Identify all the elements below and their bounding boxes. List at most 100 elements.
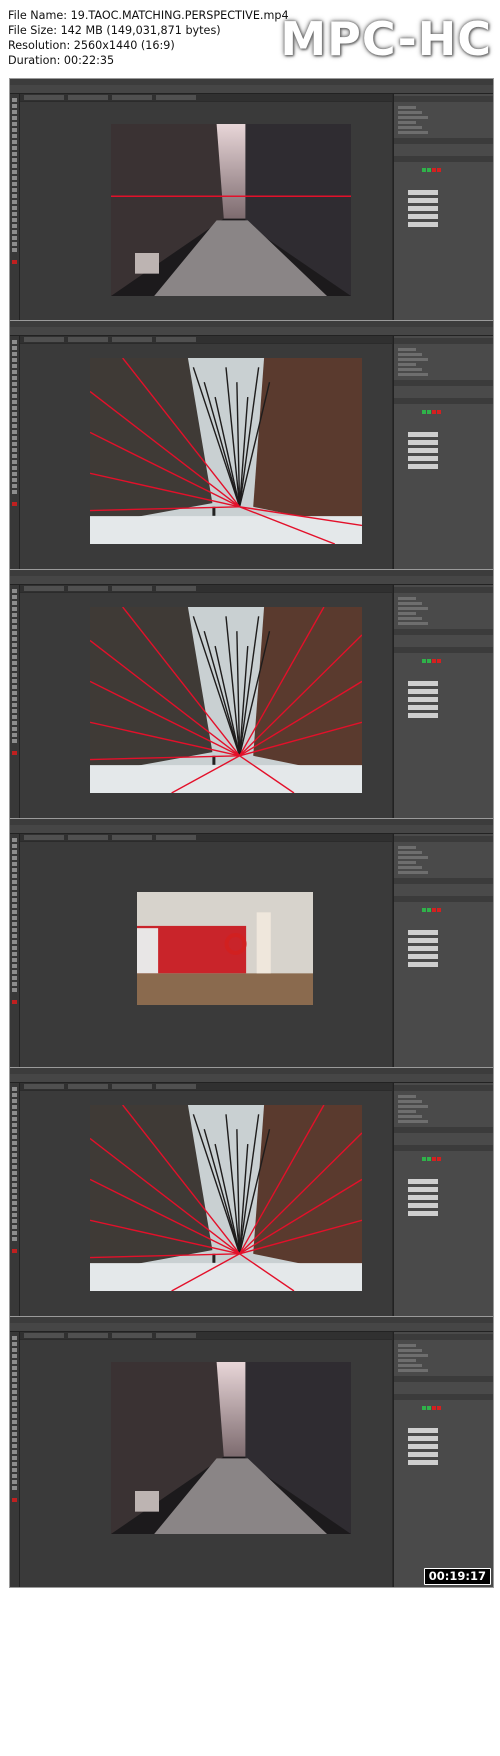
tool-icon[interactable] xyxy=(12,1159,17,1163)
tool-icon[interactable] xyxy=(12,1237,17,1241)
document-tab[interactable] xyxy=(24,586,64,591)
color-swatch[interactable] xyxy=(427,659,431,663)
tool-icon[interactable] xyxy=(12,472,17,476)
document-tab[interactable] xyxy=(24,337,64,342)
color-swatch[interactable] xyxy=(422,1406,426,1410)
tool-icon[interactable] xyxy=(12,886,17,890)
panel-header[interactable] xyxy=(394,878,493,884)
layer-thumbnail[interactable] xyxy=(408,190,438,195)
tool-icon[interactable] xyxy=(12,601,17,605)
tool-icon[interactable] xyxy=(12,922,17,926)
tool-icon[interactable] xyxy=(12,340,17,344)
tool-icon[interactable] xyxy=(12,892,17,896)
layer-thumbnail[interactable] xyxy=(408,222,438,227)
layer-thumbnail[interactable] xyxy=(408,681,438,686)
tool-icon[interactable] xyxy=(12,904,17,908)
tool-icon[interactable] xyxy=(12,206,17,210)
color-swatch[interactable] xyxy=(437,659,441,663)
tool-icon[interactable] xyxy=(12,1480,17,1484)
panel-header[interactable] xyxy=(394,96,493,102)
layer-thumbnail[interactable] xyxy=(408,432,438,437)
color-swatch[interactable] xyxy=(427,908,431,912)
tool-icon[interactable] xyxy=(12,910,17,914)
color-swatch[interactable] xyxy=(437,1406,441,1410)
tool-icon[interactable] xyxy=(12,733,17,737)
tool-icon[interactable] xyxy=(12,454,17,458)
layer-thumbnail[interactable] xyxy=(408,938,438,943)
panel-header[interactable] xyxy=(394,629,493,635)
color-swatch[interactable] xyxy=(422,168,426,172)
tool-icon[interactable] xyxy=(12,1450,17,1454)
tool-icon[interactable] xyxy=(12,1207,17,1211)
tool-icon[interactable] xyxy=(12,436,17,440)
tool-icon[interactable] xyxy=(12,382,17,386)
layer-thumbnail[interactable] xyxy=(408,689,438,694)
layer-thumbnail[interactable] xyxy=(408,464,438,469)
layer-thumbnail[interactable] xyxy=(408,1187,438,1192)
tool-icon[interactable] xyxy=(12,146,17,150)
tool-icon[interactable] xyxy=(12,1462,17,1466)
foreground-color-swatch[interactable] xyxy=(12,1249,17,1253)
color-swatch[interactable] xyxy=(432,659,436,663)
panel-control[interactable] xyxy=(398,851,422,854)
tool-icon[interactable] xyxy=(12,679,17,683)
panel-control[interactable] xyxy=(398,1120,428,1123)
tool-icon[interactable] xyxy=(12,940,17,944)
document-tab[interactable] xyxy=(156,1084,196,1089)
tool-icon[interactable] xyxy=(12,1408,17,1412)
panel-control[interactable] xyxy=(398,846,416,849)
panel-control[interactable] xyxy=(398,871,428,874)
panel-control[interactable] xyxy=(398,1349,422,1352)
color-swatch[interactable] xyxy=(422,410,426,414)
document-tab[interactable] xyxy=(156,835,196,840)
color-swatch[interactable] xyxy=(437,1157,441,1161)
color-swatch[interactable] xyxy=(432,410,436,414)
tool-icon[interactable] xyxy=(12,946,17,950)
tool-icon[interactable] xyxy=(12,236,17,240)
tool-icon[interactable] xyxy=(12,1165,17,1169)
tool-icon[interactable] xyxy=(12,1438,17,1442)
layer-thumbnail[interactable] xyxy=(408,198,438,203)
tool-icon[interactable] xyxy=(12,721,17,725)
tool-icon[interactable] xyxy=(12,370,17,374)
document-tab[interactable] xyxy=(156,586,196,591)
panel-header[interactable] xyxy=(394,896,493,902)
panel-control[interactable] xyxy=(398,121,416,124)
tool-icon[interactable] xyxy=(12,116,17,120)
tool-icon[interactable] xyxy=(12,1366,17,1370)
panel-header[interactable] xyxy=(394,1127,493,1133)
tool-icon[interactable] xyxy=(12,607,17,611)
tool-icon[interactable] xyxy=(12,466,17,470)
panel-control[interactable] xyxy=(398,111,422,114)
foreground-color-swatch[interactable] xyxy=(12,1000,17,1004)
layer-thumbnail[interactable] xyxy=(408,1436,438,1441)
foreground-color-swatch[interactable] xyxy=(12,751,17,755)
layer-thumbnail[interactable] xyxy=(408,1428,438,1433)
color-swatch[interactable] xyxy=(432,168,436,172)
panel-header[interactable] xyxy=(394,1085,493,1091)
tool-icon[interactable] xyxy=(12,352,17,356)
layer-thumbnail[interactable] xyxy=(408,440,438,445)
tool-icon[interactable] xyxy=(12,1414,17,1418)
tool-icon[interactable] xyxy=(12,928,17,932)
tool-icon[interactable] xyxy=(12,122,17,126)
layer-thumbnail[interactable] xyxy=(408,456,438,461)
color-swatch[interactable] xyxy=(437,168,441,172)
document-tab[interactable] xyxy=(156,337,196,342)
tool-icon[interactable] xyxy=(12,1372,17,1376)
panel-control[interactable] xyxy=(398,348,416,351)
document-tab[interactable] xyxy=(68,337,108,342)
panel-control[interactable] xyxy=(398,861,416,864)
tool-icon[interactable] xyxy=(12,418,17,422)
layer-thumbnail[interactable] xyxy=(408,1203,438,1208)
document-tab[interactable] xyxy=(68,95,108,100)
tool-icon[interactable] xyxy=(12,212,17,216)
color-swatch[interactable] xyxy=(427,410,431,414)
layer-thumbnail[interactable] xyxy=(408,448,438,453)
foreground-color-swatch[interactable] xyxy=(12,1498,17,1502)
document-tab[interactable] xyxy=(112,835,152,840)
tool-icon[interactable] xyxy=(12,589,17,593)
tool-icon[interactable] xyxy=(12,1195,17,1199)
tool-icon[interactable] xyxy=(12,346,17,350)
tool-icon[interactable] xyxy=(12,188,17,192)
